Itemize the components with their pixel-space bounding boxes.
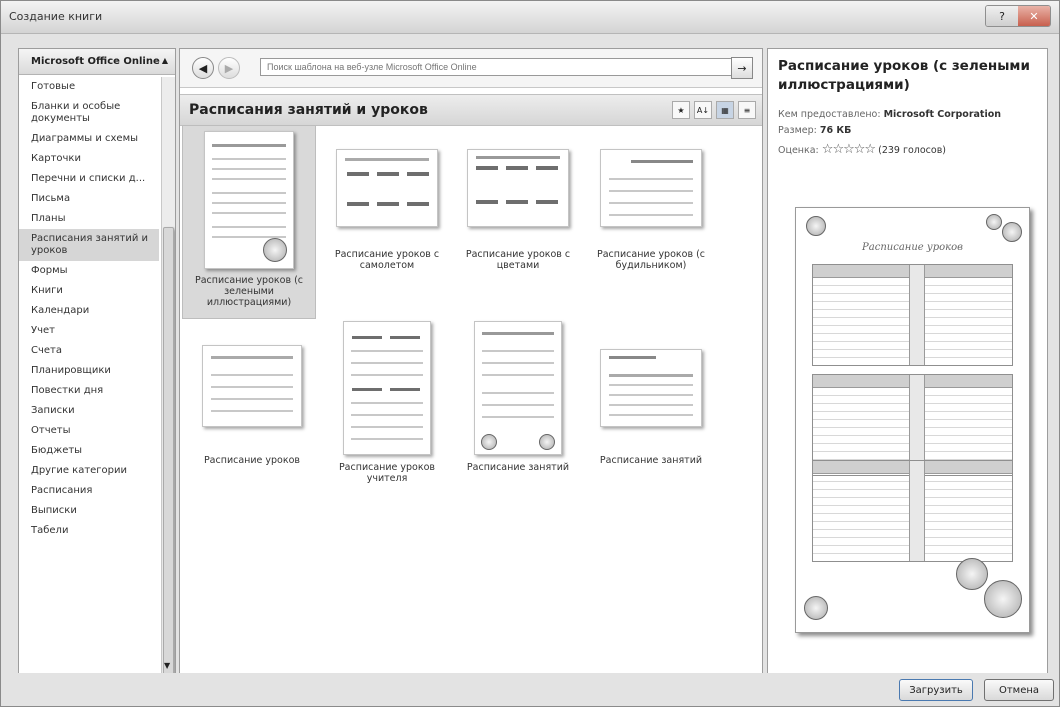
sidebar-item-calendars[interactable]: Календари: [19, 301, 159, 321]
size-line: Размер: 76 КБ: [778, 125, 851, 136]
navigation-bar: ◀ ▶ →: [180, 49, 762, 88]
view-buttons: ★ A↓ ▦ ≡: [672, 101, 756, 119]
search-go-icon[interactable]: →: [731, 57, 753, 79]
list-view-icon[interactable]: ≡: [738, 101, 756, 119]
sidebar-item-cards[interactable]: Карточки: [19, 149, 159, 169]
sidebar-item-schedules-lessons[interactable]: Расписания занятий и уроков: [19, 229, 159, 261]
sidebar-item-schedules[interactable]: Расписания: [19, 481, 159, 501]
template-thumbnail: [336, 149, 438, 227]
template-thumbnail: [202, 345, 302, 427]
dialog-footer: Загрузить Отмена: [1, 673, 1059, 706]
help-button[interactable]: ?: [986, 6, 1018, 26]
sidebar-item-invoices[interactable]: Счета: [19, 341, 159, 361]
template-tile[interactable]: Расписание занятий: [452, 321, 584, 473]
forward-arrow-icon[interactable]: ▶: [218, 57, 240, 79]
flower-icon: [984, 580, 1022, 618]
provider-label: Кем предоставлено:: [778, 109, 881, 120]
sidebar-item-timesheets[interactable]: Табели: [19, 521, 159, 541]
sidebar-item-statements[interactable]: Выписки: [19, 501, 159, 521]
rating-label: Оценка:: [778, 145, 819, 156]
window-title: Создание книги: [9, 10, 103, 23]
template-tile[interactable]: Расписание уроков: [186, 345, 318, 466]
sidebar-item-ready[interactable]: Готовые: [19, 77, 159, 97]
preview-table: [812, 264, 1013, 366]
provider-value: Microsoft Corporation: [883, 109, 1002, 120]
sidebar-header-label: Microsoft Office Online: [31, 56, 160, 67]
template-label: Расписание уроков с цветами: [465, 249, 571, 271]
provider-line: Кем предоставлено: Microsoft Corporation: [778, 109, 1001, 120]
scrollbar-thumb[interactable]: [163, 227, 174, 673]
sidebar-item-books[interactable]: Книги: [19, 281, 159, 301]
download-button[interactable]: Загрузить: [899, 679, 973, 701]
template-tile[interactable]: Расписание уроков учителя: [321, 321, 453, 484]
sidebar-item-other[interactable]: Другие категории: [19, 461, 159, 481]
section-title: Расписания занятий и уроков: [189, 102, 428, 118]
template-label: Расписание уроков (с зелеными иллюстраци…: [194, 275, 304, 308]
templates-panel: ◀ ▶ → Расписания занятий и уроков ★ A↓ ▦…: [179, 48, 763, 674]
section-header: Расписания занятий и уроков ★ A↓ ▦ ≡: [180, 94, 762, 126]
template-preview: Расписание уроков: [795, 207, 1030, 633]
sort-name-icon[interactable]: A↓: [694, 101, 712, 119]
sidebar-item-forms[interactable]: Формы: [19, 261, 159, 281]
template-label: Расписание уроков: [203, 455, 301, 466]
size-value: 76 КБ: [819, 125, 852, 136]
votes-count: (239 голосов): [878, 145, 946, 156]
rating-line: Оценка: ☆☆☆☆☆ (239 голосов): [778, 142, 946, 157]
template-thumbnail: [204, 131, 294, 269]
large-icons-view-icon[interactable]: ▦: [716, 101, 734, 119]
sidebar-item-agendas[interactable]: Повестки дня: [19, 381, 159, 401]
template-tile[interactable]: Расписание уроков с цветами: [452, 149, 584, 271]
template-tile[interactable]: Расписание уроков (с зелеными иллюстраци…: [182, 125, 316, 319]
template-label: Расписание занятий: [599, 455, 703, 466]
flower-icon: [1002, 222, 1022, 242]
template-label: Расписание уроков (с будильником): [596, 249, 706, 271]
template-thumbnail: [600, 149, 702, 227]
flower-icon: [956, 558, 988, 590]
sidebar-scrollbar[interactable]: ▼: [161, 77, 175, 673]
sidebar-item-reports[interactable]: Отчеты: [19, 421, 159, 441]
template-tile[interactable]: Расписание уроков (с будильником): [585, 149, 717, 271]
template-thumbnail: [600, 349, 702, 427]
sidebar-item-blanks[interactable]: Бланки и особые документы: [19, 97, 159, 129]
template-tile[interactable]: Расписание уроков с самолетом: [321, 149, 453, 271]
close-button[interactable]: ✕: [1018, 6, 1050, 26]
sidebar-item-letters[interactable]: Письма: [19, 189, 159, 209]
flower-icon: [986, 214, 1002, 230]
category-sidebar: Microsoft Office Online ▲ Готовые Бланки…: [18, 48, 176, 674]
flower-icon: [804, 596, 828, 620]
sidebar-item-diagrams[interactable]: Диаграммы и схемы: [19, 129, 159, 149]
category-list: Готовые Бланки и особые документы Диагра…: [19, 77, 159, 541]
window-controls: ? ✕: [985, 5, 1051, 27]
sidebar-header[interactable]: Microsoft Office Online ▲: [19, 49, 175, 75]
sidebar-item-plans[interactable]: Планы: [19, 209, 159, 229]
template-label: Расписание уроков учителя: [338, 462, 436, 484]
sidebar-item-memos[interactable]: Записки: [19, 401, 159, 421]
sidebar-item-planners[interactable]: Планировщики: [19, 361, 159, 381]
cancel-button[interactable]: Отмена: [984, 679, 1054, 701]
sidebar-item-budgets[interactable]: Бюджеты: [19, 441, 159, 461]
template-label: Расписание занятий: [466, 462, 570, 473]
preview-title: Расписание уроков: [862, 242, 963, 253]
collapse-arrow-icon[interactable]: ▲: [162, 56, 168, 65]
preview-table: [812, 460, 1013, 562]
back-arrow-icon[interactable]: ◀: [192, 57, 214, 79]
create-workbook-dialog: Создание книги ? ✕ Microsoft Office Onli…: [0, 0, 1060, 707]
template-thumbnail: [474, 321, 562, 455]
rating-stars-icon[interactable]: ☆☆☆☆☆: [822, 142, 876, 157]
search-input[interactable]: [260, 58, 732, 76]
details-panel: Расписание уроков (с зелеными иллюстраци…: [767, 48, 1048, 674]
template-thumbnail: [467, 149, 569, 227]
sidebar-item-accounting[interactable]: Учет: [19, 321, 159, 341]
template-tile[interactable]: Расписание занятий: [585, 349, 717, 466]
sort-rating-icon[interactable]: ★: [672, 101, 690, 119]
template-thumbnail: [343, 321, 431, 455]
size-label: Размер:: [778, 125, 817, 136]
scroll-down-icon[interactable]: ▼: [164, 661, 170, 670]
flower-icon: [806, 216, 826, 236]
template-title: Расписание уроков (с зелеными иллюстраци…: [778, 58, 1030, 93]
template-label: Расписание уроков с самолетом: [334, 249, 440, 271]
sidebar-item-lists[interactable]: Перечни и списки д...: [19, 169, 159, 189]
title-bar: Создание книги ? ✕: [1, 1, 1059, 34]
